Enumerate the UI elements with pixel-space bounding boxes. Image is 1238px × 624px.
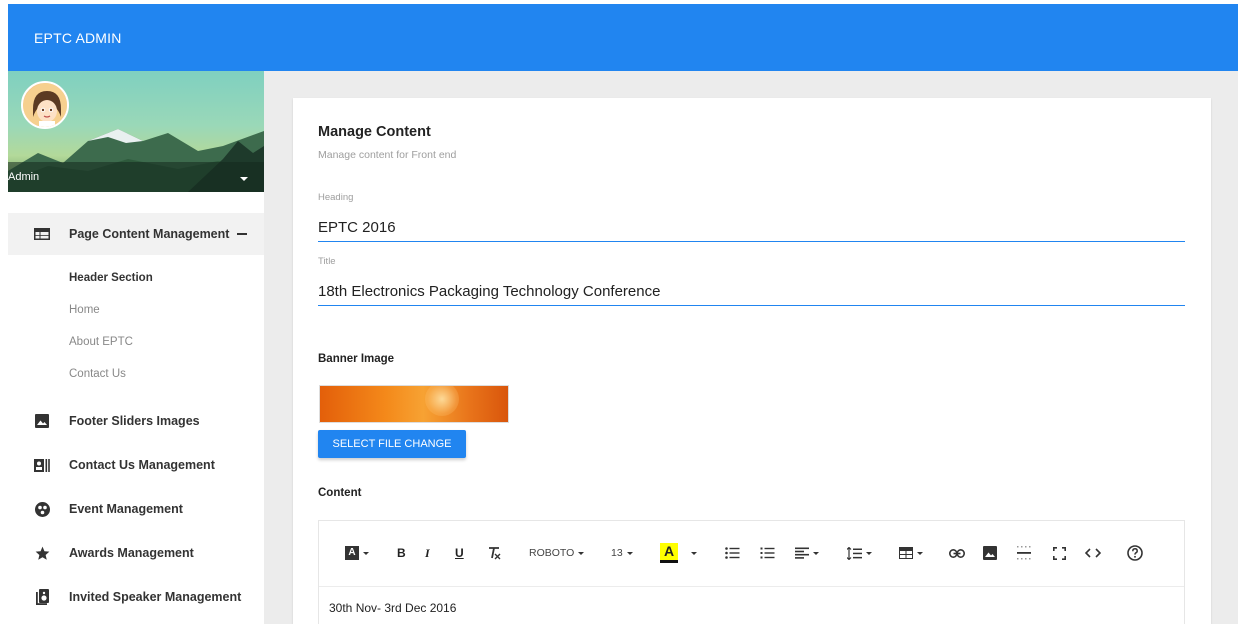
table-icon	[899, 547, 913, 559]
avatar[interactable]	[21, 81, 69, 129]
horizontal-rule-icon	[1017, 546, 1031, 560]
bold-icon: B	[397, 546, 406, 560]
font-size-dropdown[interactable]: 13	[611, 543, 633, 563]
title-label: Title	[318, 256, 336, 267]
italic-icon: I	[425, 545, 430, 560]
underline-button[interactable]: U	[455, 543, 464, 563]
submenu-item-contact-us[interactable]: Contact Us	[69, 368, 126, 380]
color-dropdown-button[interactable]	[691, 543, 697, 563]
page-subtitle: Manage content for Front end	[318, 149, 457, 161]
image-icon	[983, 546, 997, 560]
submenu-item-home[interactable]: Home	[69, 304, 100, 316]
sidebar-item-awards-management[interactable]: Awards Management	[8, 532, 264, 574]
sidebar: Admin Page Content Management Header Sec…	[8, 71, 264, 624]
heading-input[interactable]	[318, 214, 1185, 242]
content-label: Content	[318, 487, 362, 499]
editor-content[interactable]: 30th Nov- 3rd Dec 2016	[329, 601, 456, 615]
italic-button[interactable]: I	[425, 543, 430, 563]
sidebar-item-label: Footer Sliders Images	[69, 414, 200, 428]
image-icon	[34, 413, 50, 429]
sidebar-item-footer-sliders-images[interactable]: Footer Sliders Images	[8, 400, 264, 442]
sidebar-item-label: Page Content Management	[69, 227, 230, 241]
bold-button[interactable]: B	[397, 543, 406, 563]
paragraph-align-dropdown[interactable]	[795, 543, 819, 563]
globe-icon	[34, 501, 50, 517]
insert-image-button[interactable]	[983, 543, 997, 563]
sidebar-item-label: Event Management	[69, 502, 183, 516]
rich-text-editor: A B I U ROBOTO 13 A 30th Nov- 3rd Dec 20…	[318, 520, 1185, 624]
select-file-button[interactable]: SELECT FILE CHANGE	[318, 430, 466, 458]
code-view-button[interactable]	[1085, 543, 1101, 563]
content-card: Manage Content Manage content for Front …	[293, 98, 1211, 624]
link-icon	[949, 548, 965, 558]
app-title: EPTC ADMIN	[34, 30, 122, 46]
link-button[interactable]	[949, 543, 965, 563]
table-dropdown[interactable]	[899, 543, 923, 563]
sidebar-item-label: Awards Management	[69, 546, 194, 560]
submenu-item-header-section[interactable]: Header Section	[69, 272, 153, 284]
horizontal-rule-button[interactable]	[1017, 543, 1031, 563]
clear-format-button[interactable]	[487, 543, 501, 563]
font-family-value: ROBOTO	[529, 547, 575, 559]
table-icon	[34, 226, 50, 242]
fullscreen-icon	[1053, 546, 1066, 560]
line-height-dropdown[interactable]	[847, 543, 872, 563]
sidebar-item-contact-us-management[interactable]: Contact Us Management	[8, 444, 264, 486]
profile-bar	[8, 162, 264, 192]
text-style-icon: A	[345, 546, 359, 560]
style-button[interactable]: A	[345, 543, 369, 563]
editor-toolbar: A B I U ROBOTO 13 A	[319, 521, 1184, 587]
sidebar-item-invited-speaker-management[interactable]: Invited Speaker Management	[8, 576, 264, 618]
highlight-color-button[interactable]: A	[660, 543, 678, 563]
clear-format-icon	[489, 547, 501, 560]
star-icon	[34, 545, 50, 561]
page-title: Manage Content	[318, 124, 431, 140]
profile-dropdown-icon[interactable]	[240, 177, 248, 181]
chevron-down-icon	[691, 551, 697, 555]
sidebar-item-label: Invited Speaker Management	[69, 590, 242, 604]
line-height-icon	[847, 546, 862, 560]
profile-name: Admin	[8, 171, 40, 183]
help-button[interactable]	[1127, 543, 1143, 563]
fullscreen-button[interactable]	[1053, 543, 1066, 563]
code-icon	[1085, 548, 1101, 558]
banner-image-preview	[319, 385, 509, 423]
top-bar: EPTC ADMIN	[8, 4, 1238, 71]
profile-header: Admin	[8, 71, 264, 192]
title-input[interactable]	[318, 278, 1185, 306]
speaker-icon	[34, 589, 50, 605]
ordered-list-button[interactable]	[760, 543, 775, 563]
collapse-icon[interactable]	[237, 233, 247, 235]
contact-card-icon	[34, 457, 50, 473]
unordered-list-button[interactable]	[725, 543, 740, 563]
sidebar-item-label: Contact Us Management	[69, 458, 215, 472]
ordered-list-icon	[760, 547, 775, 559]
submenu-item-about-eptc[interactable]: About EPTC	[69, 336, 133, 348]
heading-label: Heading	[318, 192, 354, 203]
underline-icon: U	[455, 546, 464, 560]
unordered-list-icon	[725, 547, 740, 559]
banner-image-label: Banner Image	[318, 353, 395, 365]
sidebar-item-event-management[interactable]: Event Management	[8, 488, 264, 530]
font-family-dropdown[interactable]: ROBOTO	[529, 543, 585, 563]
font-size-value: 13	[611, 547, 623, 559]
highlight-color-icon: A	[660, 543, 678, 563]
align-left-icon	[795, 547, 809, 559]
sidebar-item-page-content-management[interactable]: Page Content Management	[8, 213, 264, 255]
help-icon	[1127, 545, 1143, 561]
